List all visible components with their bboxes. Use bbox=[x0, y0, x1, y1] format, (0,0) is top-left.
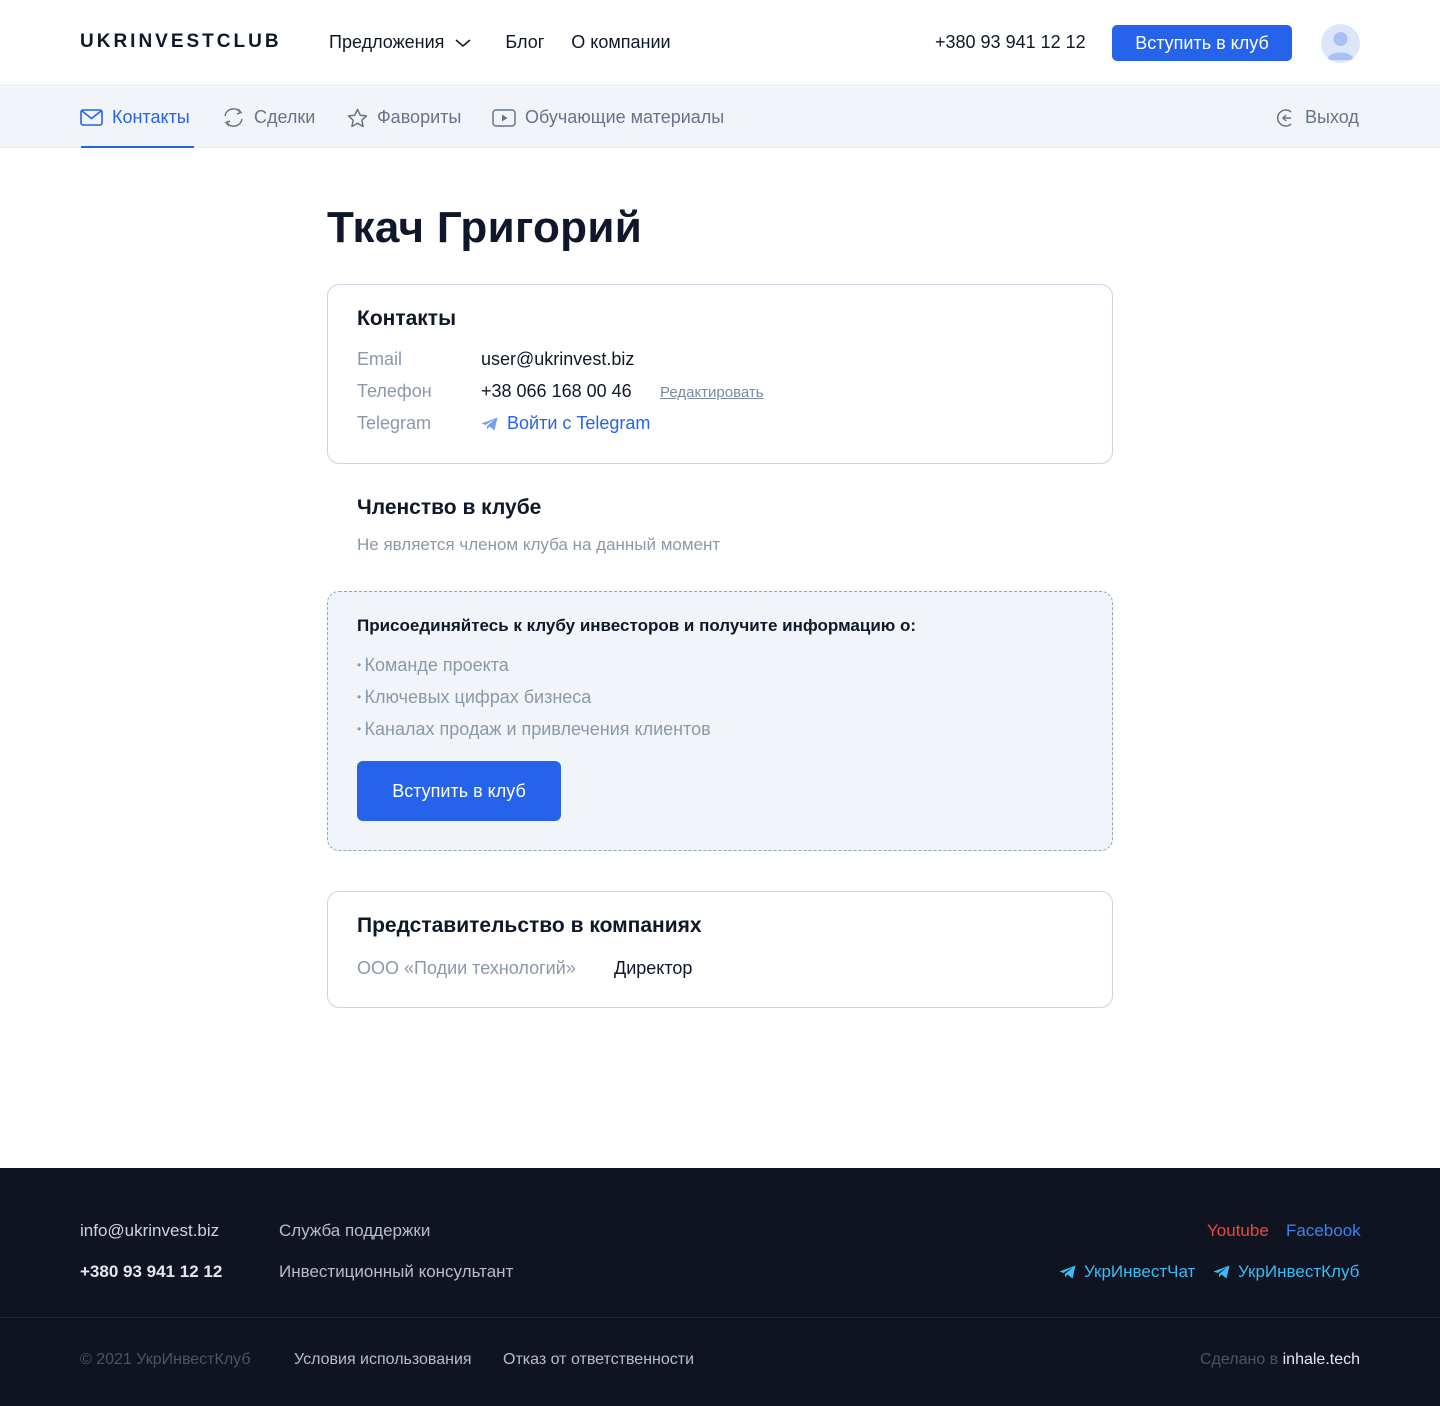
membership-status: Не является членом клуба на данный момен… bbox=[357, 535, 721, 554]
promo-heading: Присоединяйтесь к клубу инвесторов и пол… bbox=[357, 616, 917, 635]
list-item: Каналах продаж и привлечения клиентов bbox=[357, 718, 711, 750]
page-title: Ткач Григорий bbox=[327, 203, 643, 252]
email-label: Email bbox=[357, 349, 403, 369]
footer-phone[interactable]: +380 93 941 12 12 bbox=[80, 1262, 222, 1282]
companies-title: Представительство в компаниях bbox=[357, 914, 702, 937]
main-nav: Предложения Блог О компании bbox=[329, 32, 671, 53]
nav-offers-dropdown[interactable]: Предложения bbox=[329, 32, 472, 53]
logout-icon bbox=[1276, 108, 1292, 127]
telegram-login-link[interactable]: Войти с Telegram bbox=[481, 413, 650, 434]
companies-card: Представительство в компаниях ООО «Подии… bbox=[327, 891, 1113, 1008]
footer-email[interactable]: info@ukrinvest.biz bbox=[80, 1221, 219, 1241]
telegram-label: Telegram bbox=[357, 413, 432, 433]
nav-blog-link[interactable]: Блог bbox=[505, 32, 544, 53]
footer-telegram-club-link[interactable]: УкрИнвестКлуб bbox=[1213, 1262, 1359, 1282]
tab-deals-label: Сделки bbox=[254, 107, 316, 127]
phone-value: +38 066 168 00 46 bbox=[481, 381, 632, 401]
join-club-button-header[interactable]: Вступить в клуб bbox=[1112, 25, 1292, 61]
footer-support-link[interactable]: Служба поддержки bbox=[279, 1221, 430, 1241]
site-footer: info@ukrinvest.biz +380 93 941 12 12 Слу… bbox=[0, 1168, 1440, 1406]
join-club-button[interactable]: Вступить в клуб bbox=[357, 761, 561, 821]
refresh-icon bbox=[224, 108, 243, 127]
telegram-icon bbox=[1213, 1265, 1230, 1279]
footer-telegram-chat-link[interactable]: УкрИнвестЧат bbox=[1059, 1262, 1195, 1282]
list-item: Команде проекта bbox=[357, 654, 711, 686]
telegram-icon bbox=[1059, 1265, 1076, 1279]
tab-favorites-label: Фавориты bbox=[377, 107, 462, 127]
footer-made-by: Сделано в inhale.tech bbox=[1200, 1351, 1360, 1369]
user-avatar-icon[interactable] bbox=[1321, 24, 1360, 63]
made-by-brand-link[interactable]: inhale.tech bbox=[1283, 1351, 1360, 1368]
join-promo-box: Присоединяйтесь к клубу инвесторов и пол… bbox=[327, 591, 1113, 851]
telegram-chat-label: УкрИнвестЧат bbox=[1084, 1262, 1196, 1281]
made-by-prefix: Сделано в bbox=[1199, 1351, 1279, 1368]
footer-copyright: © 2021 УкрИнвестКлуб bbox=[80, 1351, 251, 1368]
envelope-icon bbox=[80, 109, 103, 126]
company-role: Директор bbox=[614, 958, 693, 978]
avatar-silhouette-icon bbox=[1327, 32, 1354, 60]
star-icon bbox=[347, 108, 368, 127]
chevron-down-icon bbox=[455, 38, 471, 47]
list-item: Ключевых цифрах бизнеса bbox=[357, 686, 711, 718]
footer-divider bbox=[0, 1317, 1440, 1318]
membership-title: Членство в клубе bbox=[357, 496, 542, 519]
logout-link[interactable]: Выход bbox=[1276, 87, 1359, 148]
tab-learning[interactable]: Обучающие материалы bbox=[492, 87, 724, 148]
footer-consultant-link[interactable]: Инвестиционный консультант bbox=[279, 1262, 513, 1282]
tab-favorites[interactable]: Фавориты bbox=[347, 87, 461, 148]
phone-label: Телефон bbox=[357, 381, 432, 401]
footer-youtube-link[interactable]: Youtube bbox=[1207, 1221, 1269, 1241]
footer-facebook-link[interactable]: Facebook bbox=[1286, 1221, 1361, 1241]
tab-deals[interactable]: Сделки bbox=[222, 87, 315, 148]
footer-terms-link[interactable]: Условия использования bbox=[294, 1351, 472, 1369]
nav-about-link[interactable]: О компании bbox=[571, 32, 670, 53]
play-video-icon bbox=[492, 108, 516, 127]
email-value: user@ukrinvest.biz bbox=[481, 349, 635, 369]
top-header: UKRINVESTCLUB Предложения Блог О компани… bbox=[0, 0, 1440, 86]
telegram-club-label: УкрИнвестКлуб bbox=[1238, 1262, 1360, 1281]
tab-learning-label: Обучающие материалы bbox=[525, 107, 725, 127]
tab-contacts-label: Контакты bbox=[112, 107, 190, 127]
logout-label: Выход bbox=[1305, 107, 1359, 127]
site-logo[interactable]: UKRINVESTCLUB bbox=[80, 31, 282, 53]
edit-phone-link[interactable]: Редактировать bbox=[660, 384, 764, 401]
company-name: ООО «Подии технологий» bbox=[357, 958, 576, 978]
tab-contacts[interactable]: Контакты bbox=[80, 87, 194, 148]
telegram-login-label: Войти с Telegram bbox=[507, 413, 651, 433]
contacts-title: Контакты bbox=[357, 307, 457, 330]
promo-benefits-list: Команде проекта Ключевых цифрах бизнеса … bbox=[357, 654, 711, 750]
footer-disclaimer-link[interactable]: Отказ от ответственности bbox=[503, 1351, 694, 1369]
nav-offers-label: Предложения bbox=[329, 32, 445, 52]
profile-subnav: Контакты Сделки Фавориты Обучающие матер… bbox=[0, 87, 1440, 148]
contacts-card: Контакты Email user@ukrinvest.biz Телефо… bbox=[327, 284, 1113, 464]
header-phone[interactable]: +380 93 941 12 12 bbox=[935, 32, 1086, 53]
telegram-icon bbox=[481, 417, 498, 430]
